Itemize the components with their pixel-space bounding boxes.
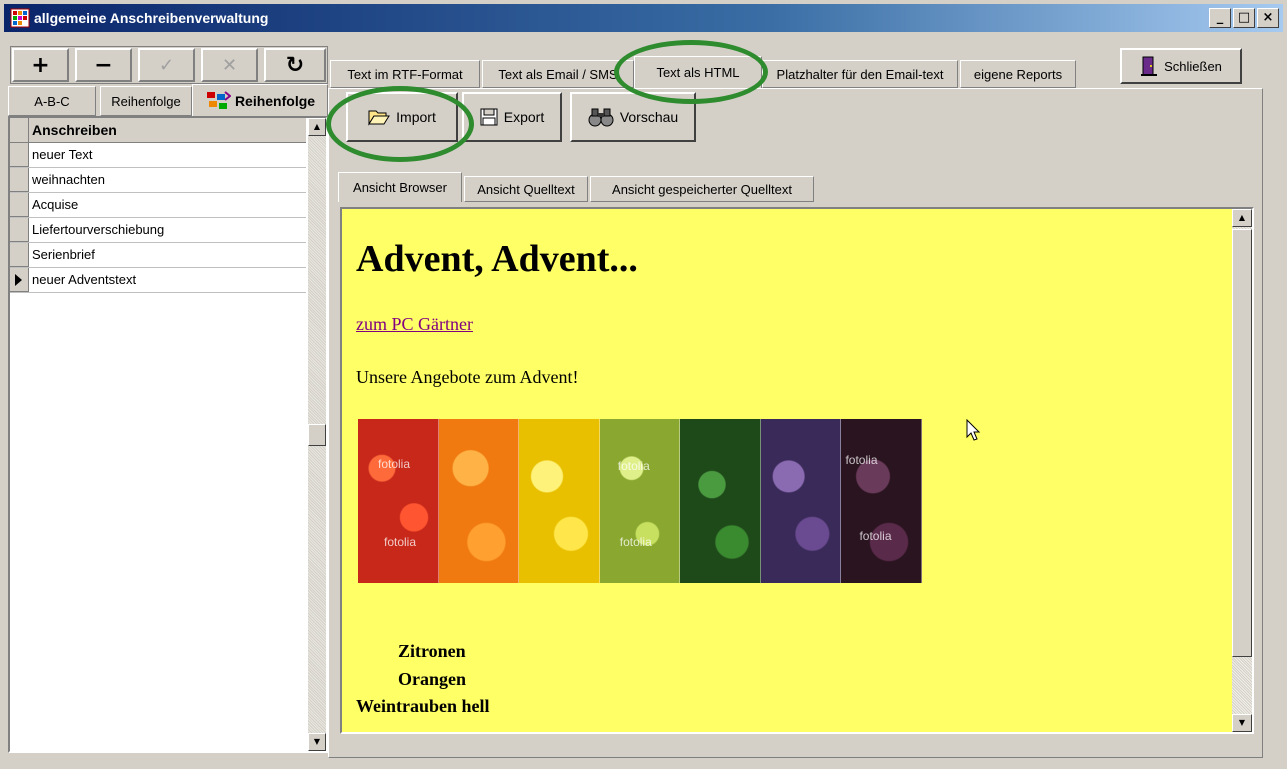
- tab-rtf[interactable]: Text im RTF-Format: [330, 60, 480, 88]
- tab-abc[interactable]: A-B-C: [8, 86, 96, 116]
- watermark-text: fotolia: [378, 457, 411, 471]
- save-disk-icon: [480, 108, 498, 126]
- close-button-label: Schließen: [1164, 58, 1222, 74]
- delete-record-button[interactable]: −: [75, 48, 132, 82]
- dark-plums-strip: fotolia fotolia: [841, 419, 923, 583]
- table-row[interactable]: weihnachten: [10, 168, 306, 193]
- mouse-pointer-icon: [966, 419, 981, 441]
- table-row[interactable]: neuer Text: [10, 143, 306, 168]
- export-label: Export: [503, 109, 545, 125]
- table-row[interactable]: Liefertourverschiebung: [10, 218, 306, 243]
- grid-scrollbar[interactable]: ▲ ▼: [308, 118, 326, 751]
- tomatoes-strip: fotolia fotolia: [358, 419, 439, 583]
- lemons-strip: [519, 419, 600, 583]
- scroll-up-icon[interactable]: ▲: [308, 118, 326, 136]
- tab-email-sms[interactable]: Text als Email / SMS: [482, 60, 634, 88]
- close-button[interactable]: Schließen: [1120, 48, 1242, 84]
- export-button[interactable]: Export: [462, 92, 562, 142]
- grid-column-header[interactable]: Anschreiben: [32, 122, 117, 138]
- list-item: Orangen: [398, 669, 467, 689]
- scroll-thumb[interactable]: [1232, 229, 1252, 657]
- tab-source-view[interactable]: Ansicht Quelltext: [464, 176, 588, 202]
- watermark-text: fotolia: [619, 535, 652, 549]
- post-record-button[interactable]: ✓: [138, 48, 195, 82]
- app-icon: [10, 8, 30, 28]
- pc-gaertner-link[interactable]: zum PC Gärtner: [356, 314, 473, 335]
- table-cell[interactable]: Serienbrief: [32, 247, 95, 262]
- tab-reihenfolge-bold-label: Reihenfolge: [234, 92, 316, 109]
- close-window-button[interactable]: ×: [1257, 8, 1279, 28]
- preview-heading: Advent, Advent...: [356, 238, 638, 280]
- refresh-button[interactable]: ↻: [264, 48, 326, 82]
- cancel-edit-button[interactable]: ✕: [201, 48, 258, 82]
- tab-browser-view[interactable]: Ansicht Browser: [338, 172, 462, 202]
- add-record-button[interactable]: +: [12, 48, 69, 82]
- door-exit-icon: [1141, 56, 1158, 76]
- table-row[interactable]: Acquise: [10, 193, 306, 218]
- tab-reihenfolge-bold[interactable]: Reihenfolge: [192, 84, 328, 116]
- highlight-circle-html-tab: [614, 40, 768, 104]
- table-cell[interactable]: neuer Text: [32, 147, 92, 162]
- scroll-down-icon[interactable]: ▼: [1232, 714, 1252, 732]
- watermark-text: fotolia: [384, 535, 417, 549]
- fruit-image: fotolia fotolia fotolia fotolia fotolia …: [358, 419, 923, 583]
- list-item: Zitronen: [398, 641, 466, 661]
- minimize-button[interactable]: _: [1209, 8, 1231, 28]
- preview-label: Vorschau: [619, 109, 679, 125]
- watermark-text: fotolia: [859, 529, 892, 543]
- highlight-circle-import: [326, 86, 474, 162]
- cucumbers-strip: [680, 419, 761, 583]
- preview-paragraph: Unsere Angebote zum Advent!: [356, 367, 579, 387]
- oranges-strip: [438, 419, 520, 583]
- plums-strip: [760, 419, 842, 583]
- binoculars-icon: [588, 108, 614, 127]
- watermark-text: fotolia: [617, 459, 650, 473]
- title-bar: allgemeine Anschreibenverwaltung _ □ ×: [4, 4, 1283, 32]
- browser-scrollbar[interactable]: ▲ ▼: [1232, 209, 1252, 732]
- scroll-down-icon[interactable]: ▼: [308, 733, 326, 751]
- scroll-thumb[interactable]: [308, 424, 326, 446]
- html-preview-browser[interactable]: Advent, Advent... zum PC Gärtner Unsere …: [340, 207, 1254, 734]
- grid-header: Anschreiben: [10, 118, 306, 143]
- table-row-current[interactable]: neuer Adventstext: [10, 268, 306, 293]
- scroll-up-icon[interactable]: ▲: [1232, 209, 1252, 227]
- current-row-icon: [15, 274, 22, 286]
- watermark-text: fotolia: [845, 453, 878, 467]
- sort-order-icon: [206, 90, 231, 109]
- tab-placeholders[interactable]: Platzhalter für den Email-text: [762, 60, 958, 88]
- table-cell[interactable]: Liefertourverschiebung: [32, 222, 164, 237]
- window-title: allgemeine Anschreibenverwaltung: [34, 10, 269, 26]
- letters-grid[interactable]: Anschreiben neuer Text weihnachten Acqui…: [8, 116, 328, 753]
- list-item: Weintrauben hell: [356, 696, 490, 716]
- maximize-button[interactable]: □: [1233, 8, 1255, 28]
- table-cell[interactable]: Acquise: [32, 197, 78, 212]
- grapes-strip: fotolia fotolia: [599, 419, 681, 583]
- table-cell[interactable]: weihnachten: [32, 172, 105, 187]
- tab-reihenfolge[interactable]: Reihenfolge: [100, 86, 192, 116]
- table-cell[interactable]: neuer Adventstext: [32, 272, 136, 287]
- tab-saved-source-view[interactable]: Ansicht gespeicherter Quelltext: [590, 176, 814, 202]
- tab-own-reports[interactable]: eigene Reports: [960, 60, 1076, 88]
- table-row[interactable]: Serienbrief: [10, 243, 306, 268]
